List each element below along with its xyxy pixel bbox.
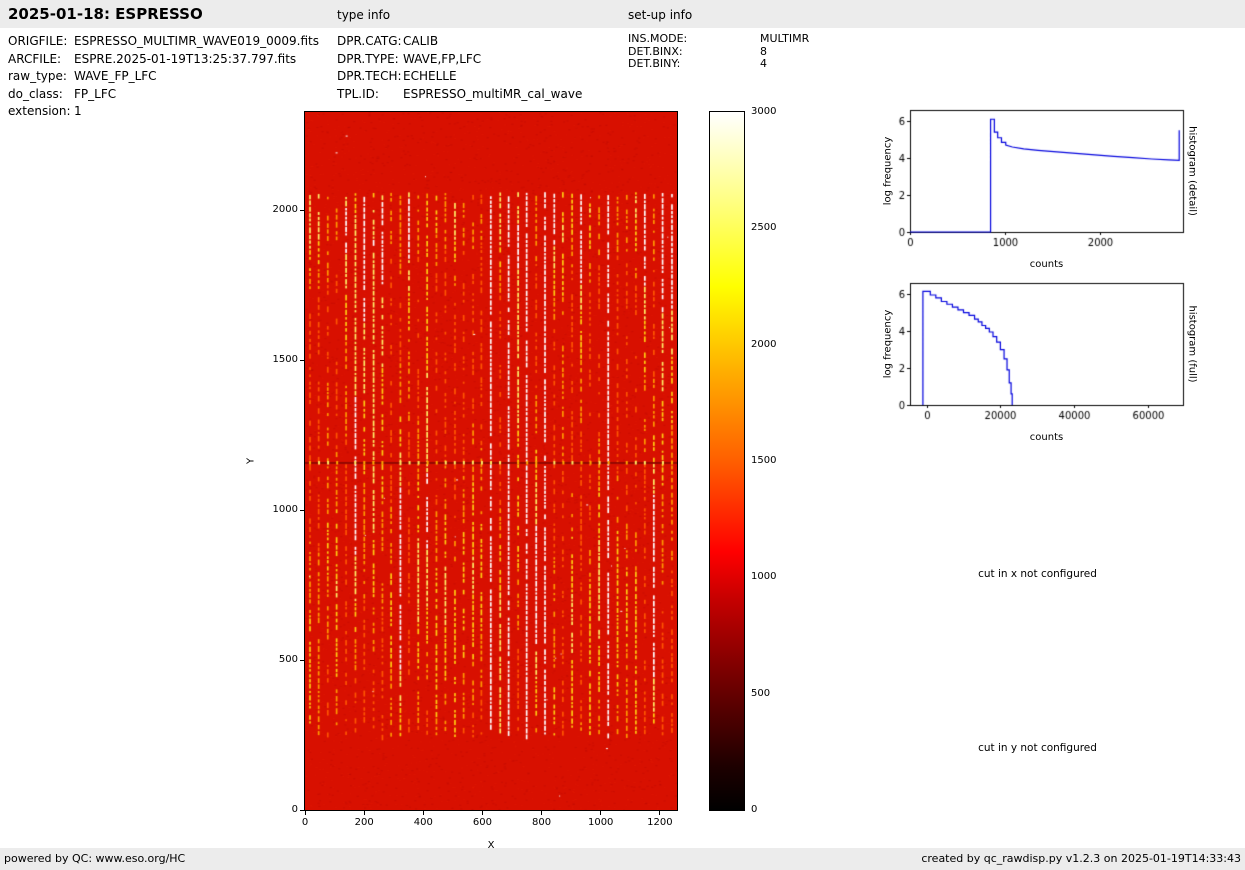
meta-label: DET.BINY: xyxy=(628,57,681,70)
y-tick-label: 1000 xyxy=(272,504,298,516)
y-tick xyxy=(300,509,304,511)
meta-label: ARCFILE: xyxy=(8,51,62,66)
meta-label: ORIGFILE: xyxy=(8,34,68,48)
meta-row-origfile: ORIGFILE: ESPRESSO_MULTIMR_WAVE019_0009.… xyxy=(8,33,319,51)
meta-value: CALIB xyxy=(403,34,439,48)
meta-row-do-class: do_class: FP_LFC xyxy=(8,86,319,104)
x-tick-label: 1000 xyxy=(587,817,614,828)
page-title: 2025-01-18: ESPRESSO xyxy=(8,5,203,23)
colorbar-tick-label: 2500 xyxy=(751,222,777,234)
meta-label: DPR.TYPE: xyxy=(337,51,399,66)
x-tick xyxy=(304,811,306,815)
meta-value: WAVE_FP_LFC xyxy=(74,69,157,83)
meta-row-arcfile: ARCFILE: ESPRE.2025-01-19T13:25:37.797.f… xyxy=(8,51,319,69)
meta-label: do_class: xyxy=(8,86,63,101)
setup-info-block: INS.MODE: MULTIMR DET.BINX: 8 DET.BINY: … xyxy=(628,32,810,71)
x-tick xyxy=(363,811,365,815)
meta-value: FP_LFC xyxy=(74,86,117,101)
y-tick-label: 1500 xyxy=(272,354,298,366)
meta-row-dpr-type: DPR.TYPE: WAVE,FP,LFC xyxy=(337,51,582,69)
hist-full-xlabel: counts xyxy=(1029,432,1064,443)
colorbar-tick-label: 2000 xyxy=(751,338,777,350)
hist-full-ylabel: log frequency xyxy=(882,309,894,379)
histogram-detail-plot xyxy=(880,108,1195,253)
meta-label: DPR.CATG: xyxy=(337,34,402,48)
x-tick xyxy=(481,811,483,815)
meta-value: WAVE,FP,LFC xyxy=(403,51,482,66)
colorbar xyxy=(709,111,745,811)
footer-created-by: created by qc_rawdisp.py v1.2.3 on 2025-… xyxy=(921,852,1241,865)
type-info-block: DPR.CATG: CALIB DPR.TYPE: WAVE,FP,LFC DP… xyxy=(337,33,582,103)
colorbar-tick-label: 500 xyxy=(751,687,771,699)
x-tick xyxy=(659,811,661,815)
meta-row-raw-type: raw_type: WAVE_FP_LFC xyxy=(8,68,319,86)
y-tick xyxy=(300,809,304,811)
qc-report-page: 2025-01-18: ESPRESSO type info set-up in… xyxy=(0,0,1245,870)
y-tick-label: 500 xyxy=(278,654,298,666)
meta-label: DPR.TECH: xyxy=(337,69,402,83)
hist-detail-xlabel: counts xyxy=(1029,259,1064,270)
meta-row-dpr-tech: DPR.TECH: ECHELLE xyxy=(337,68,582,86)
meta-row-tpl-id: TPL.ID: ESPRESSO_multiMR_cal_wave xyxy=(337,86,582,104)
hist-detail-right-label: histogram (detail) xyxy=(1186,126,1198,216)
x-tick-label: 0 xyxy=(301,817,309,828)
type-info-heading: type info xyxy=(337,8,391,22)
x-tick-label: 200 xyxy=(354,817,374,828)
meta-row-det-biny: DET.BINY: 4 xyxy=(628,57,809,71)
meta-value: ECHELLE xyxy=(403,69,457,83)
file-info-block: ORIGFILE: ESPRESSO_MULTIMR_WAVE019_0009.… xyxy=(8,33,319,121)
hist-full-right-label: histogram (full) xyxy=(1186,305,1198,383)
colorbar-tick-label: 0 xyxy=(751,804,758,815)
y-axis-title: Y xyxy=(245,457,257,465)
meta-row-ins-mode: INS.MODE: MULTIMR xyxy=(628,32,810,46)
colorbar-tick-label: 1000 xyxy=(751,571,777,583)
meta-value: ESPRESSO_MULTIMR_WAVE019_0009.fits xyxy=(74,34,319,48)
meta-label: INS.MODE: xyxy=(628,32,688,45)
x-tick-label: 400 xyxy=(413,817,433,828)
meta-row-dpr-catg: DPR.CATG: CALIB xyxy=(337,33,582,51)
histogram-full-plot xyxy=(880,281,1195,426)
x-tick xyxy=(600,811,602,815)
y-tick-label: 0 xyxy=(291,804,298,815)
y-tick xyxy=(300,659,304,661)
hist-detail-ylabel: log frequency xyxy=(882,136,894,206)
y-tick-label: 2000 xyxy=(272,204,298,216)
colorbar-tick-label: 3000 xyxy=(751,106,777,117)
x-tick-label: 1200 xyxy=(647,817,673,828)
meta-value: ESPRESSO_multiMR_cal_wave xyxy=(403,86,583,101)
footer-powered-by: powered by QC: www.eso.org/HC xyxy=(4,852,186,865)
meta-value: MULTIMR xyxy=(760,32,810,45)
meta-row-extension: extension: 1 xyxy=(8,103,319,121)
meta-value: 4 xyxy=(760,57,767,70)
meta-value: 1 xyxy=(74,104,82,118)
x-tick xyxy=(541,811,543,815)
cut-x-message: cut in x not configured xyxy=(978,568,1097,580)
y-tick xyxy=(300,359,304,361)
x-tick xyxy=(422,811,424,815)
y-tick xyxy=(300,209,304,211)
cut-y-message: cut in y not configured xyxy=(978,742,1097,754)
meta-label: raw_type: xyxy=(8,69,67,83)
colorbar-tick-label: 1500 xyxy=(751,455,777,466)
x-tick-label: 800 xyxy=(532,817,552,828)
x-tick-label: 600 xyxy=(472,817,492,828)
meta-label: extension: xyxy=(8,104,71,118)
meta-label: TPL.ID: xyxy=(337,86,379,101)
meta-value: ESPRE.2025-01-19T13:25:37.797.fits xyxy=(74,51,297,66)
raw-image-heatmap xyxy=(304,111,678,811)
setup-info-heading: set-up info xyxy=(628,8,693,22)
